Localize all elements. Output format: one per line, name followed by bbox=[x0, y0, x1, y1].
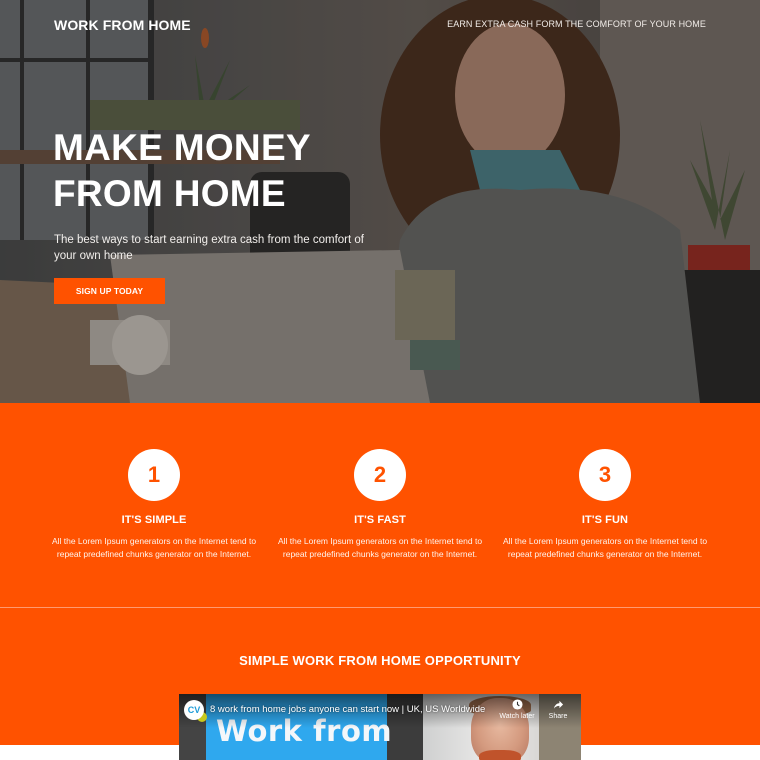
share-arrow-icon bbox=[553, 700, 563, 709]
sign-up-button[interactable]: SIGN UP TODAY bbox=[54, 278, 165, 304]
feature-card-fast: 2 IT'S FAST All the Lorem Ipsum generato… bbox=[270, 449, 490, 560]
section-divider bbox=[0, 607, 760, 608]
feature-description: All the Lorem Ipsum generators on the In… bbox=[277, 536, 483, 559]
share-label: Share bbox=[548, 713, 568, 720]
step-number-badge: 2 bbox=[354, 449, 406, 501]
hero-title: MAKE MONEY FROM HOME bbox=[53, 125, 311, 217]
hero-title-line-1: MAKE MONEY bbox=[53, 127, 311, 168]
share-button[interactable]: Share bbox=[538, 699, 578, 720]
feature-title: IT'S FUN bbox=[581, 514, 629, 526]
feature-description: All the Lorem Ipsum generators on the In… bbox=[51, 536, 257, 559]
step-number-badge: 3 bbox=[579, 449, 631, 501]
opportunity-title: SIMPLE WORK FROM HOME OPPORTUNITY bbox=[239, 653, 521, 668]
clock-icon bbox=[511, 699, 523, 710]
feature-description: All the Lorem Ipsum generators on the In… bbox=[502, 536, 708, 559]
hero-subtitle: The best ways to start earning extra cas… bbox=[54, 234, 364, 262]
hero-section: WORK FROM HOME EARN EXTRA CASH FORM THE … bbox=[0, 0, 760, 403]
header-tagline: EARN EXTRA CASH FORM THE COMFORT OF YOUR… bbox=[447, 19, 706, 29]
watch-later-button[interactable]: Watch later bbox=[497, 699, 537, 720]
step-number-badge: 1 bbox=[128, 449, 180, 501]
feature-card-simple: 1 IT'S SIMPLE All the Lorem Ipsum genera… bbox=[44, 449, 264, 560]
video-player[interactable]: Work from CV 8 work from home jobs anyon… bbox=[179, 694, 581, 760]
channel-logo[interactable]: CV bbox=[184, 700, 204, 720]
feature-card-fun: 3 IT'S FUN All the Lorem Ipsum generator… bbox=[495, 449, 715, 560]
hero-title-line-2: FROM HOME bbox=[53, 173, 286, 214]
feature-title: IT'S FAST bbox=[354, 514, 406, 526]
video-title[interactable]: 8 work from home jobs anyone can start n… bbox=[210, 704, 485, 715]
brand-logo[interactable]: WORK FROM HOME bbox=[54, 17, 191, 33]
feature-title: IT'S SIMPLE bbox=[121, 514, 187, 526]
watch-later-label: Watch later bbox=[499, 713, 535, 720]
presenter-beard bbox=[479, 750, 521, 760]
